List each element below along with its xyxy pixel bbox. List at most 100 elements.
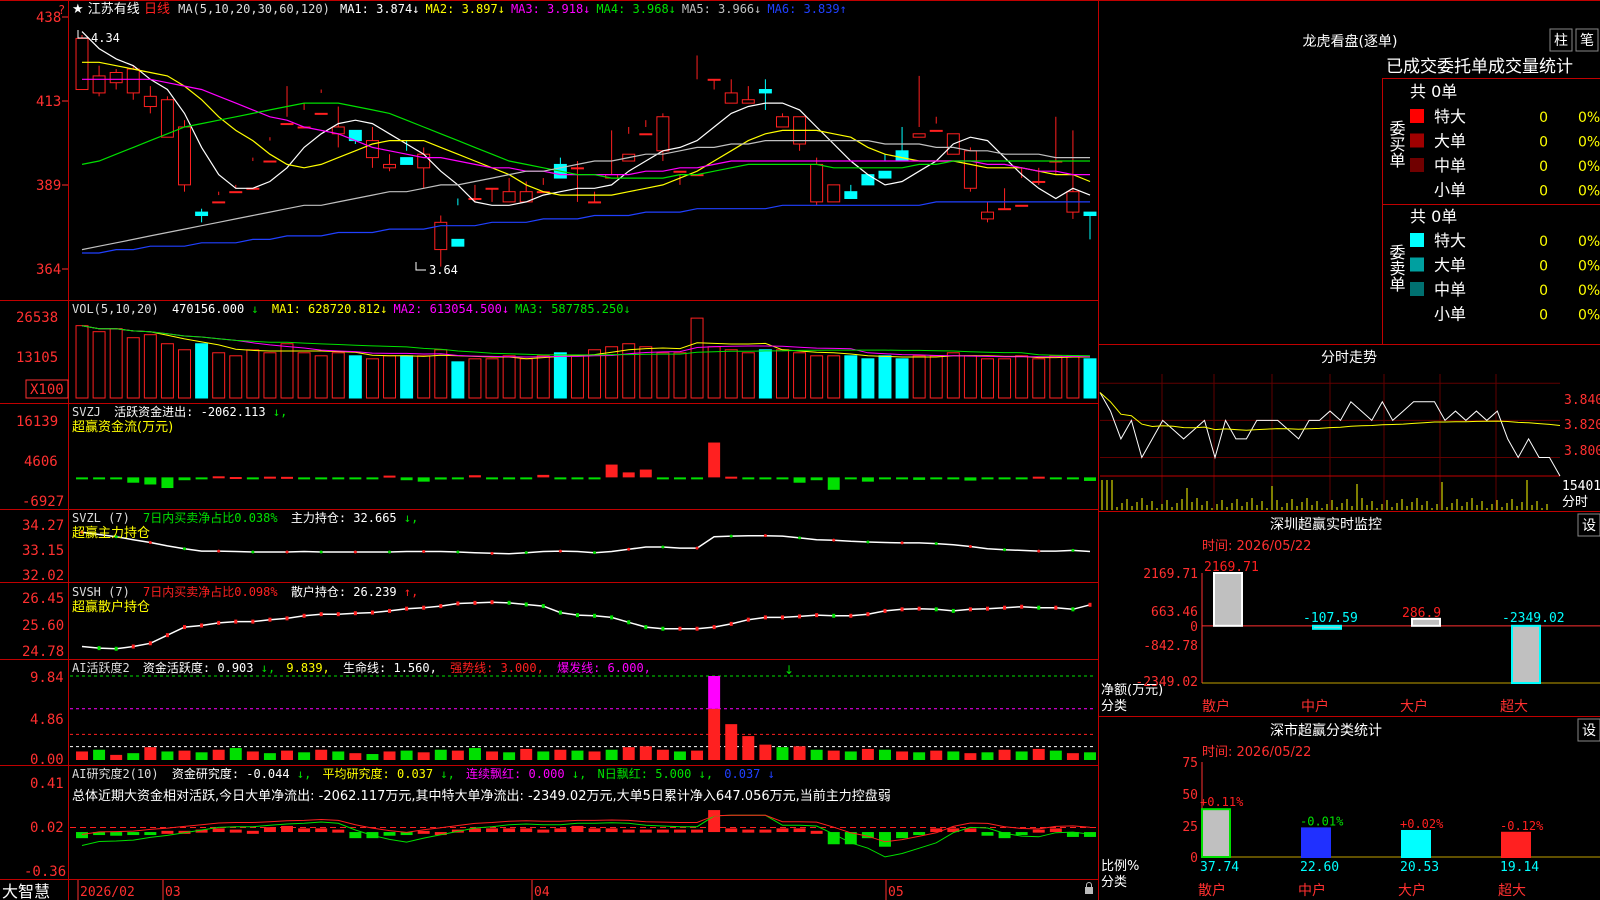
stats-settings-button[interactable]: 设	[1577, 718, 1600, 742]
star-icon[interactable]: ★	[72, 2, 84, 17]
svsh-point	[763, 615, 767, 620]
monitor-settings-button[interactable]: 设	[1577, 513, 1600, 537]
volume-bar	[468, 358, 482, 399]
stroke-button[interactable]: 笔	[1575, 28, 1599, 52]
candle-body[interactable]	[1032, 180, 1046, 183]
candle-body[interactable]	[656, 116, 670, 152]
ai-research-bar	[673, 829, 686, 833]
volume-bar	[707, 346, 721, 399]
candle-body[interactable]	[912, 133, 926, 138]
candle-body[interactable]	[178, 126, 191, 186]
candle-body[interactable]	[92, 75, 106, 94]
svsh-point	[951, 608, 955, 613]
date-label-2: 04	[534, 885, 550, 900]
svzj-bar	[229, 477, 242, 480]
candle-body[interactable]	[707, 78, 721, 81]
candle-body[interactable]	[895, 150, 909, 162]
candle-body[interactable]	[263, 160, 277, 163]
candle-body[interactable]	[810, 163, 824, 203]
candle-body[interactable]	[673, 170, 687, 173]
svzj-bar	[913, 477, 926, 480]
candle-body[interactable]	[981, 211, 994, 220]
stats-tick-1: 50	[1182, 788, 1198, 803]
buy-group-label: 委买单	[1387, 120, 1406, 168]
svzj-bar	[1066, 477, 1079, 480]
candle-body[interactable]	[929, 129, 943, 132]
ai-active-bar	[844, 751, 857, 760]
candle-body[interactable]	[109, 71, 123, 84]
market-chart[interactable]: ↓ 2169.71 散户 -107.59 中户 286.9 大户 -2349.02 超大 +0…	[0, 0, 1600, 900]
svsh-tick-1: 25.60	[22, 618, 64, 634]
sell-row-count-2: 0	[1539, 283, 1548, 299]
candle-body[interactable]	[758, 89, 772, 94]
candle-body[interactable]	[195, 211, 209, 217]
candle-body[interactable]	[827, 184, 841, 203]
candle-body[interactable]	[878, 170, 892, 179]
stats-change-1: -0.01%	[1300, 814, 1344, 828]
svsh-text1: 7日内买卖净占比0.098%	[143, 584, 278, 599]
candle-body[interactable]	[468, 197, 482, 200]
svzj-bar	[930, 477, 943, 480]
candle-body[interactable]	[588, 201, 602, 204]
candle-body[interactable]	[485, 187, 499, 190]
candle-body[interactable]	[861, 174, 875, 186]
ai-active-bar	[263, 753, 276, 760]
ai-active-text3: 生命线: 1.560,	[343, 660, 437, 675]
candle-body[interactable]	[451, 238, 465, 247]
vol-value: 470156.000	[172, 302, 244, 316]
svzj-bar	[571, 477, 584, 480]
candle-body[interactable]	[126, 68, 140, 94]
svsh-point	[183, 625, 187, 630]
buy-row-count-0: 0	[1539, 110, 1548, 126]
svzj-bar	[468, 475, 481, 478]
candle-body[interactable]	[998, 208, 1012, 211]
candle-body[interactable]	[212, 201, 226, 204]
candle-body[interactable]	[143, 95, 157, 108]
svzj-bar	[605, 464, 618, 478]
candle-body[interactable]	[570, 167, 584, 170]
ai-active-bar	[1066, 753, 1079, 760]
ma-legend-1: MA1: 3.874↓	[340, 2, 419, 16]
ai-research-bar	[588, 828, 601, 833]
sell-row-label-1: 大单	[1434, 256, 1466, 275]
question-mark-icon[interactable]: ?	[58, 3, 65, 17]
svzl-point	[1071, 548, 1075, 552]
candle-body[interactable]	[502, 191, 516, 203]
candle-body[interactable]	[229, 191, 243, 194]
candle-body[interactable]	[1083, 211, 1097, 217]
volume-bar	[434, 349, 448, 399]
svsh-point	[746, 617, 750, 622]
svsh-label: SVSH (7)	[72, 585, 130, 599]
candle-body[interactable]	[844, 191, 858, 199]
candle-body[interactable]	[383, 163, 397, 169]
buy-row-label-0: 特大	[1434, 107, 1466, 126]
candle-body[interactable]	[314, 112, 328, 115]
candle-body[interactable]	[400, 157, 414, 165]
stats-bar-3	[1501, 831, 1531, 858]
column-button[interactable]: 柱	[1549, 28, 1573, 52]
candle-body[interactable]	[775, 116, 789, 128]
ai-research-bar	[776, 828, 789, 833]
monitor-category-3: 超大	[1500, 699, 1528, 715]
period-label[interactable]: 日线	[144, 2, 170, 17]
buy-group-total: 共 0单	[1410, 82, 1457, 101]
candle-body[interactable]	[724, 92, 738, 104]
ai-active-text4: 强势线: 3.000,	[450, 661, 544, 675]
svsh-point	[695, 626, 699, 631]
candle-body[interactable]	[639, 133, 653, 136]
svsh-point	[815, 613, 819, 618]
monitor-value-3: -2349.02	[1502, 611, 1565, 626]
candle-body[interactable]	[963, 150, 977, 189]
candle-body[interactable]	[1015, 204, 1029, 207]
ai-active-bar	[827, 750, 840, 760]
volume-bar	[229, 355, 243, 399]
candle-body[interactable]	[280, 123, 294, 126]
svzl-text1: 7日内买卖净占比0.038%	[143, 510, 278, 525]
svzj-label: SVZJ	[72, 405, 101, 419]
candle-body[interactable]	[741, 99, 755, 104]
intraday-tick-0: 3.840	[1564, 393, 1600, 408]
svsh-point	[849, 613, 853, 618]
svzl-point	[593, 551, 597, 555]
monitor-axis-label2: 分类	[1101, 699, 1127, 714]
candle-body[interactable]	[75, 37, 89, 91]
